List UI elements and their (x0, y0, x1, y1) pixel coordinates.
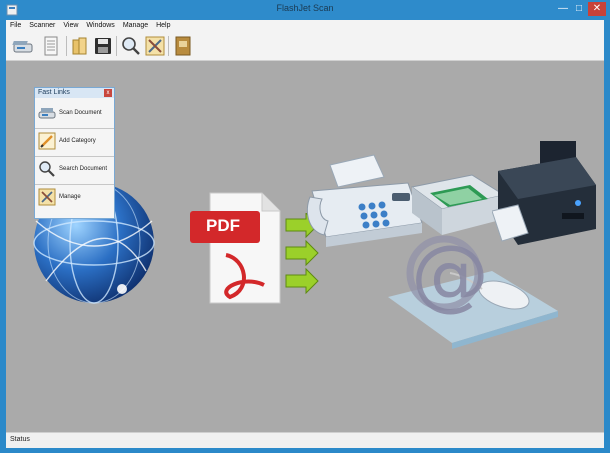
tools-icon[interactable] (144, 35, 166, 57)
fast-links-title: Fast Links (38, 89, 70, 96)
menu-bar: File Scanner View Windows Manage Help (6, 20, 604, 32)
status-text: Status (10, 436, 30, 443)
scanner-icon[interactable] (12, 35, 34, 57)
at-symbol: @ (411, 230, 489, 319)
book-icon[interactable] (172, 35, 194, 57)
pencil-icon (38, 132, 56, 150)
fast-link-search-document[interactable]: Search Document (35, 156, 114, 185)
close-button[interactable]: ✕ (588, 2, 606, 16)
fast-link-scan-document[interactable]: Scan Document (35, 100, 114, 129)
menu-view[interactable]: View (59, 20, 82, 29)
menu-file[interactable]: File (6, 20, 25, 29)
svg-text:@: @ (411, 230, 489, 319)
fast-links-close-button[interactable]: x (104, 89, 112, 97)
tools-icon (38, 188, 56, 206)
scanner-icon (38, 108, 56, 119)
fast-links-titlebar[interactable]: Fast Links x (35, 88, 114, 98)
fast-link-label: Add Category (59, 138, 96, 144)
maximize-button[interactable]: □ (572, 2, 586, 16)
pdf-document-illustration (190, 192, 281, 304)
search-icon[interactable] (120, 35, 142, 57)
fast-link-label: Scan Document (59, 110, 102, 116)
magnifier-icon (39, 161, 55, 177)
menu-manage[interactable]: Manage (119, 20, 152, 29)
window-title: FlashJet Scan (276, 3, 334, 13)
menu-scanner[interactable]: Scanner (25, 20, 59, 29)
svg-text:PDF: PDF (206, 216, 240, 235)
fast-link-label: Search Document (59, 166, 108, 172)
menu-windows[interactable]: Windows (82, 20, 118, 29)
minimize-button[interactable]: — (556, 2, 570, 16)
toolbar-separator (116, 36, 117, 56)
pdf-label: PDF (206, 216, 240, 235)
fast-links-panel: Fast Links x Scan Document Add Category (34, 87, 115, 219)
title-bar[interactable]: FlashJet Scan — □ ✕ (0, 0, 610, 20)
toolbar-separator (66, 36, 67, 56)
toolbar (6, 32, 604, 61)
menu-help[interactable]: Help (152, 20, 174, 29)
toolbar-separator (168, 36, 169, 56)
fast-link-manage[interactable]: Manage (35, 184, 114, 212)
status-bar: Status (6, 432, 604, 448)
fast-link-add-category[interactable]: Add Category (35, 128, 114, 157)
fast-link-label: Manage (59, 194, 81, 200)
folder-icon[interactable] (70, 35, 92, 57)
document-icon[interactable] (40, 35, 62, 57)
app-window: FlashJet Scan — □ ✕ File Scanner View Windo… (0, 0, 610, 453)
save-icon[interactable] (92, 35, 114, 57)
workspace: PDF @ Fast Links x Scan Document Add Cat… (6, 61, 604, 432)
